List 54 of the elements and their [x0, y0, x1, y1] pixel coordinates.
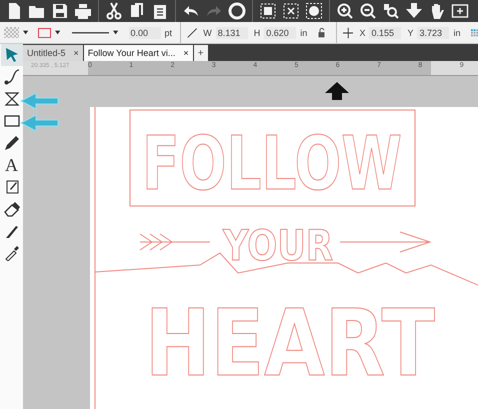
y-label: Y [407, 28, 414, 38]
new-tab-button[interactable]: + [194, 45, 208, 61]
y-field[interactable]: 3.723 [417, 26, 450, 38]
height-field[interactable]: 0.620 [264, 26, 296, 38]
document-tab[interactable]: Untitled-5 × [23, 45, 83, 61]
zoom-in-icon[interactable] [336, 2, 354, 20]
tab-title: Follow Your Heart vi... [88, 48, 176, 58]
unit-label: in [300, 28, 308, 38]
unit-label: pt [164, 28, 172, 38]
width-label: W [203, 28, 212, 38]
zoom-fit-icon[interactable] [382, 2, 400, 20]
ungroup-icon[interactable] [282, 2, 300, 20]
select-tool[interactable] [0, 44, 22, 66]
unlocked-padlock-icon[interactable] [317, 26, 326, 39]
copy-icon[interactable] [128, 2, 146, 20]
height-label: H [254, 28, 260, 38]
down-icon[interactable] [405, 2, 423, 20]
save-icon[interactable] [51, 2, 69, 20]
document-tab[interactable]: Follow Your Heart vi... × [84, 45, 193, 61]
print-icon[interactable] [74, 2, 92, 20]
line-style-icon[interactable] [72, 30, 110, 34]
caret-icon[interactable] [22, 30, 28, 35]
grid-icon[interactable] [470, 28, 478, 38]
tab-title: Untitled-5 [27, 48, 66, 58]
up-arrow-icon [325, 82, 349, 100]
stroke-color-swatch[interactable] [38, 28, 51, 38]
line-icon[interactable] [186, 26, 198, 40]
x-field[interactable]: 0.155 [369, 26, 402, 38]
frame-icon[interactable] [451, 2, 469, 20]
rect-icon [4, 113, 20, 129]
unit-label: in [453, 28, 460, 38]
stroke-width-field[interactable]: 0.00 [128, 26, 161, 38]
arrow-pointer-icon [20, 114, 60, 132]
cut-icon[interactable] [105, 2, 123, 20]
close-tab-button[interactable]: × [74, 48, 79, 58]
text-tool[interactable]: A [0, 154, 22, 176]
x-label: X [359, 28, 366, 38]
node-icon [4, 91, 20, 107]
pencil-icon [4, 135, 20, 151]
caret-icon[interactable] [54, 30, 60, 35]
arrow-pointer-icon [20, 92, 60, 110]
paste-icon[interactable] [151, 2, 169, 20]
select-icon [4, 47, 20, 63]
close-tab-button[interactable]: × [183, 48, 189, 58]
zoom-out-icon[interactable] [359, 2, 377, 20]
dropper-icon [4, 245, 20, 261]
width-field[interactable]: 8.131 [216, 26, 248, 38]
caret-icon[interactable] [113, 30, 119, 35]
group-icon[interactable] [259, 2, 277, 20]
fill-pattern-swatch[interactable] [4, 27, 19, 38]
move-icon[interactable] [342, 26, 354, 40]
eraser-icon [4, 201, 20, 217]
heart-lettering-drawing: FOLLOW YOUR HEART [94, 107, 478, 409]
bezier-icon [4, 69, 20, 85]
